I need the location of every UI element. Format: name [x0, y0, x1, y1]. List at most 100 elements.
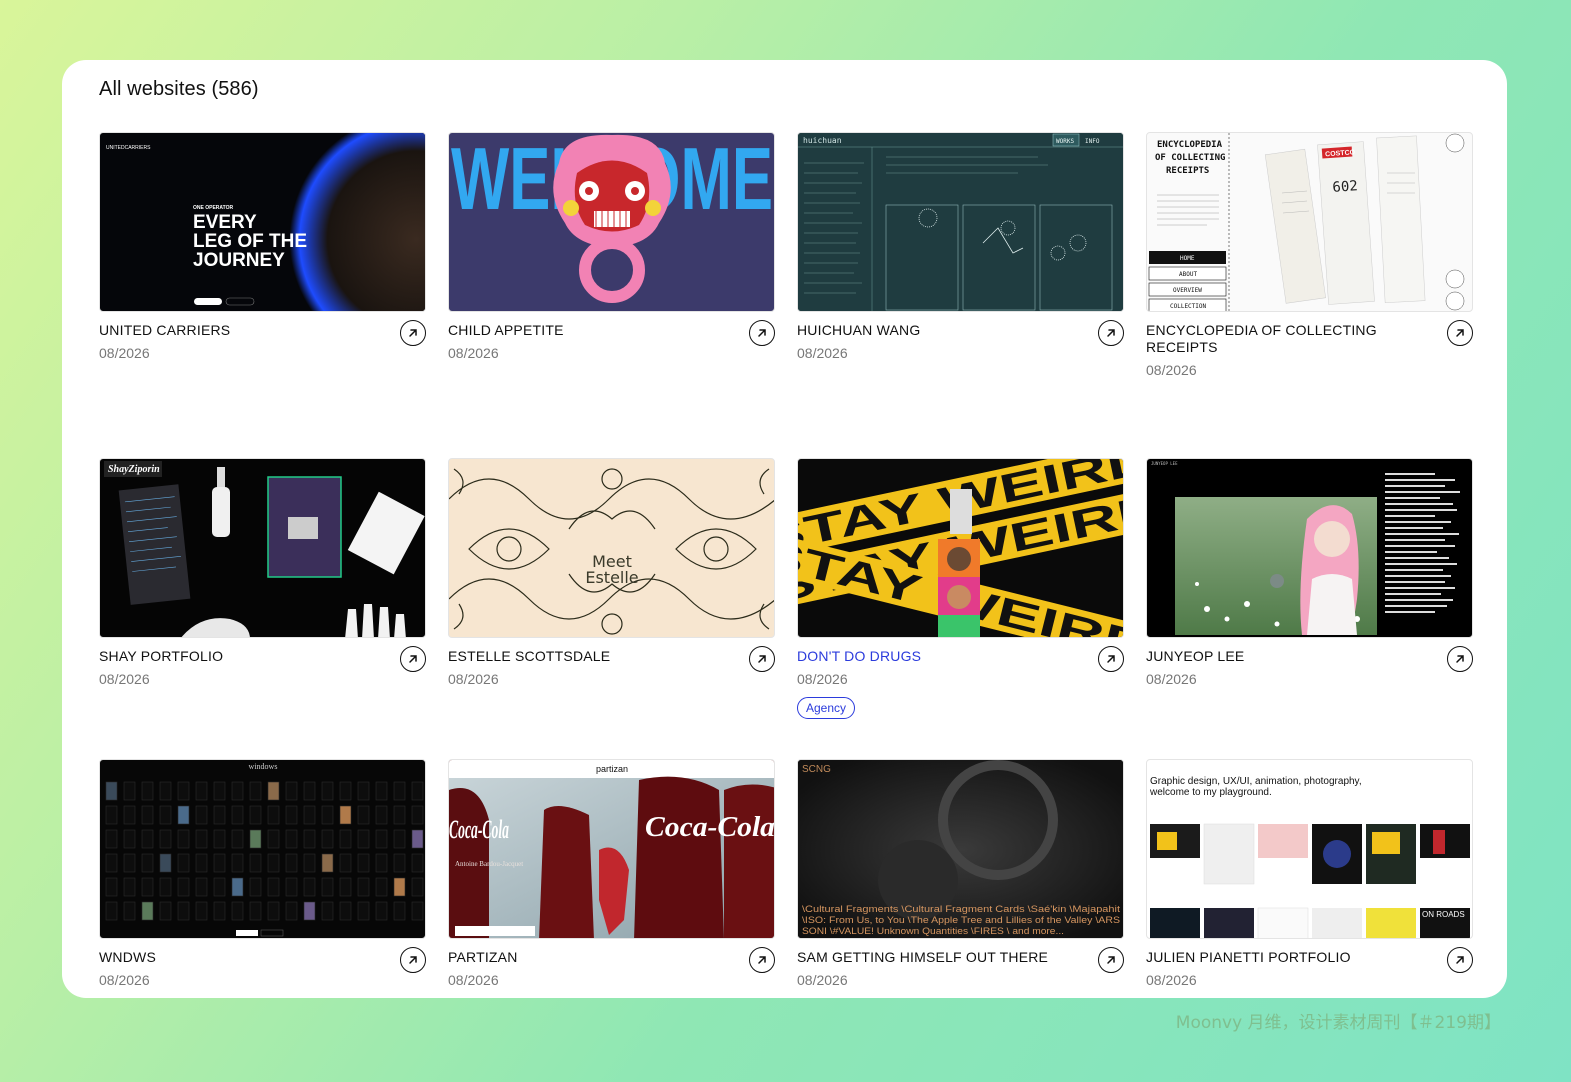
website-thumbnail[interactable]: ENCYCLOPEDIA OF COLLECTING RECEIPTS HOME…	[1146, 132, 1473, 312]
window-tile	[285, 829, 298, 849]
website-card[interactable]: SCNG \Cultural Fragments \Cultural Fragm…	[797, 759, 1124, 988]
website-card[interactable]: STAY WEIRD STAY WEIRD STAY WEIRD DON'T D…	[797, 458, 1124, 719]
svg-text:EVERY: EVERY	[193, 212, 257, 233]
website-name[interactable]: PARTIZAN	[448, 949, 735, 966]
window-tile	[267, 901, 280, 921]
website-card[interactable]: partizan Coca-Cola Coca-Cola Antoine Bar…	[448, 759, 775, 988]
website-card[interactable]: WELCOME CHILD APPETITE 08/2026	[448, 132, 775, 361]
window-tile	[339, 781, 352, 801]
arrow-up-right-icon[interactable]	[1098, 646, 1124, 672]
arrow-up-right-icon[interactable]	[1098, 947, 1124, 973]
website-name[interactable]: UNITED CARRIERS	[99, 322, 386, 339]
website-date: 08/2026	[448, 972, 499, 988]
website-name[interactable]: ENCYCLOPEDIA OF COLLECTING RECEIPTS	[1146, 322, 1433, 356]
website-card[interactable]: Meet Estelle ESTELLE SCOTTSDALE 08/2026	[448, 458, 775, 687]
window-tile	[231, 829, 244, 849]
arrow-up-right-icon[interactable]	[749, 947, 775, 973]
website-name[interactable]: DON'T DO DRUGS	[797, 648, 1084, 665]
window-tile	[159, 877, 172, 897]
website-name[interactable]: CHILD APPETITE	[448, 322, 735, 339]
svg-text:SCNG: SCNG	[802, 764, 831, 775]
website-thumbnail[interactable]: Graphic design, UX/UI, animation, photog…	[1146, 759, 1473, 939]
window-tile	[339, 901, 352, 921]
window-tile	[375, 853, 388, 873]
window-tile	[321, 877, 334, 897]
svg-text:ONE OPERATOR: ONE OPERATOR	[193, 205, 233, 211]
window-tile	[177, 829, 190, 849]
arrow-up-right-icon[interactable]	[400, 646, 426, 672]
window-tile	[231, 901, 244, 921]
window-tile	[249, 805, 262, 825]
website-thumbnail[interactable]: ShayZiporin	[99, 458, 426, 638]
website-thumbnail[interactable]: SCNG \Cultural Fragments \Cultural Fragm…	[797, 759, 1124, 939]
window-tile	[231, 805, 244, 825]
website-card[interactable]: huichuan WORKS INFO HUICHUAN WANG 08/202…	[797, 132, 1124, 361]
svg-text:WORKS: WORKS	[1056, 138, 1074, 145]
window-tile	[357, 853, 370, 873]
window-tile	[303, 901, 316, 921]
page-title: All websites (586)	[99, 78, 259, 100]
website-thumbnail[interactable]: STAY WEIRD STAY WEIRD STAY WEIRD	[797, 458, 1124, 638]
window-tile	[177, 901, 190, 921]
website-name[interactable]: JULIEN PIANETTI PORTFOLIO	[1146, 949, 1433, 966]
window-tile	[177, 877, 190, 897]
website-card[interactable]: windows WNDWS 08/2026	[99, 759, 426, 988]
website-name[interactable]: WNDWS	[99, 949, 386, 966]
window-tile	[105, 877, 118, 897]
arrow-up-right-icon[interactable]	[749, 646, 775, 672]
window-tile	[411, 877, 424, 897]
website-thumbnail[interactable]: windows	[99, 759, 426, 939]
website-name[interactable]: ESTELLE SCOTTSDALE	[448, 648, 735, 665]
arrow-up-right-icon[interactable]	[400, 947, 426, 973]
arrow-up-right-icon[interactable]	[1447, 947, 1473, 973]
window-tile	[141, 877, 154, 897]
window-tile	[357, 805, 370, 825]
svg-text:Coca-Cola: Coca-Cola	[449, 815, 509, 844]
website-card[interactable]: JUNYEOP LEE JUNYEOP LEE 08/2026	[1146, 458, 1473, 687]
window-tile	[141, 781, 154, 801]
website-card[interactable]: UNITEDCARRIERS ONE OPERATOR EVERY LEG OF…	[99, 132, 426, 361]
window-tile	[195, 781, 208, 801]
window-tile	[285, 901, 298, 921]
window-tile	[249, 853, 262, 873]
website-card[interactable]: Graphic design, UX/UI, animation, photog…	[1146, 759, 1473, 988]
website-thumbnail[interactable]: WELCOME	[448, 132, 775, 312]
arrow-up-right-icon[interactable]	[1447, 646, 1473, 672]
website-thumbnail[interactable]: UNITEDCARRIERS ONE OPERATOR EVERY LEG OF…	[99, 132, 426, 312]
svg-text:ENCYCLOPEDIA: ENCYCLOPEDIA	[1157, 140, 1223, 150]
arrow-up-right-icon[interactable]	[1098, 320, 1124, 346]
website-card[interactable]: ShayZiporin SHAY PORTFOLIO 08/2026	[99, 458, 426, 687]
website-thumbnail[interactable]: partizan Coca-Cola Coca-Cola Antoine Bar…	[448, 759, 775, 939]
website-thumbnail[interactable]: JUNYEOP LEE	[1146, 458, 1473, 638]
window-tile	[249, 877, 262, 897]
website-card[interactable]: ENCYCLOPEDIA OF COLLECTING RECEIPTS HOME…	[1146, 132, 1473, 378]
website-date: 08/2026	[448, 345, 499, 361]
website-name[interactable]: SAM GETTING HIMSELF OUT THERE	[797, 949, 1084, 966]
website-thumbnail[interactable]: Meet Estelle	[448, 458, 775, 638]
window-tile	[267, 805, 280, 825]
website-date: 08/2026	[797, 972, 848, 988]
arrow-up-right-icon[interactable]	[400, 320, 426, 346]
window-tile	[249, 829, 262, 849]
window-tile	[285, 805, 298, 825]
window-tile	[321, 901, 334, 921]
window-tile	[159, 853, 172, 873]
website-name[interactable]: SHAY PORTFOLIO	[99, 648, 386, 665]
svg-text:LEG OF THE: LEG OF THE	[193, 231, 307, 252]
arrow-up-right-icon[interactable]	[749, 320, 775, 346]
window-tile	[375, 781, 388, 801]
arrow-up-right-icon[interactable]	[1447, 320, 1473, 346]
window-tile	[267, 877, 280, 897]
category-tag[interactable]: Agency	[797, 697, 856, 719]
website-date: 08/2026	[797, 671, 848, 687]
window-tile	[393, 829, 406, 849]
website-name[interactable]: HUICHUAN WANG	[797, 322, 1084, 339]
website-name[interactable]: JUNYEOP LEE	[1146, 648, 1433, 665]
window-tile	[123, 829, 136, 849]
window-tile	[123, 781, 136, 801]
window-tile	[141, 901, 154, 921]
window-tile	[321, 781, 334, 801]
website-thumbnail[interactable]: huichuan WORKS INFO	[797, 132, 1124, 312]
window-tile	[123, 901, 136, 921]
window-tile	[285, 853, 298, 873]
